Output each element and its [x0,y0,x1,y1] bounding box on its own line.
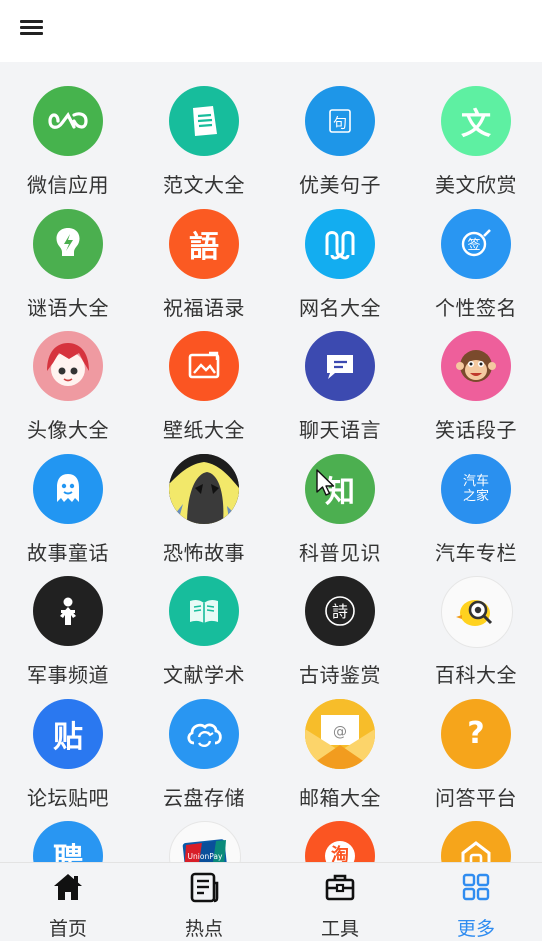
category-tile[interactable]: 百科大全 [408,552,542,687]
category-tile[interactable]: 聘 [0,797,136,862]
category-tile[interactable]: 微信应用 [0,62,136,197]
tab-hot-label: 热点 [184,918,223,940]
grid-icon [462,873,490,901]
tab-home-label: 首页 [48,918,87,940]
tieba-icon: 贴 [33,698,103,769]
top-app-bar [0,0,542,62]
category-tile[interactable]: 范文大全 [136,62,272,197]
anime-avatar-icon [33,331,103,401]
category-tile[interactable]: 句优美句子 [272,62,408,197]
category-tile[interactable]: 签个性签名 [408,185,542,320]
category-tile[interactable]: 贴论坛贴吧 [0,675,136,810]
category-tile[interactable]: 笑话段子 [408,307,542,442]
envelope-icon: @ [305,698,375,769]
mouse-pointer-icon [316,469,335,496]
category-grid: 微信应用 范文大全句优美句子文美文欣赏谜语大全語祝福语录 网名大全签个性签名头像大全… [0,62,542,862]
category-tile[interactable]: 知科普见识 [272,430,408,565]
category-tile[interactable]: 云盘存储 [136,675,272,810]
svg-text:詩: 詩 [332,602,348,621]
lightbulb-icon [33,208,103,279]
cloud-sync-icon [169,698,239,769]
category-tile[interactable]: 詩古诗鉴赏 [272,552,408,687]
poem-seal-icon: 詩 [305,576,375,646]
soldier-icon [33,576,103,646]
infinity-icon [33,86,103,156]
category-tile[interactable]: 故事童话 [0,430,136,565]
category-tile[interactable]: @ 邮箱大全 [272,675,408,810]
taobao-icon: 淘 [305,821,375,862]
category-tile[interactable]: UnionPay [136,797,272,862]
chat-bubble-icon [305,331,375,401]
pin-character-icon: 聘 [33,821,103,862]
quote-icon: 句 [305,86,375,156]
tab-more-label: 更多 [456,918,495,940]
bottom-tab-bar: 首页 热点 工具 更多 [0,862,542,940]
tab-tools-label: 工具 [320,918,359,940]
house-icon [441,821,511,862]
tab-tools[interactable]: 工具 [272,863,408,940]
toolbox-icon [325,874,355,901]
tab-hot[interactable]: 热点 [136,863,272,940]
picture-icon [169,331,239,401]
category-tile[interactable]: 谜语大全 [0,185,136,320]
open-book-icon [169,576,239,646]
svg-text:@: @ [333,724,347,740]
monkey-face-icon [441,331,511,401]
category-tile[interactable]: 军事频道 [0,552,136,687]
category-tile[interactable]: 汽车 之家 汽车专栏 [408,430,542,565]
category-tile[interactable]: 恐怖故事 [136,430,272,565]
signature-icon: 签 [441,208,511,279]
horror-portrait-icon [169,453,239,524]
question-icon: ? [441,698,511,769]
autohome-logo-icon: 汽车 之家 [441,453,511,524]
svg-text:UnionPay: UnionPay [188,852,223,861]
category-tile[interactable]: 語祝福语录 [136,185,272,320]
category-tile[interactable]: 头像大全 [0,307,136,442]
svg-text:签: 签 [467,237,480,253]
wen-character-icon: 文 [441,86,511,156]
svg-text:句: 句 [333,116,347,132]
news-icon [190,872,219,903]
tab-home[interactable]: 首页 [0,863,136,940]
unionpay-card-icon: UnionPay [169,821,241,862]
mm-logo-icon [305,208,375,279]
ghost-icon [33,453,103,524]
document-icon [169,86,239,156]
category-tile[interactable]: 网名大全 [272,185,408,320]
category-tile[interactable]: 壁纸大全 [136,307,272,442]
category-tile[interactable]: 淘 [272,797,408,862]
tab-more[interactable]: 更多 [408,863,542,940]
hamburger-menu-icon[interactable] [20,18,44,38]
category-tile[interactable]: 文献学术 [136,552,272,687]
category-tile[interactable]: 聊天语言 [272,307,408,442]
home-icon [54,874,82,900]
magnifier-bird-icon [441,576,513,648]
category-tile[interactable] [408,797,542,862]
category-tile[interactable]: 文美文欣赏 [408,62,542,197]
yu-character-icon: 語 [169,208,239,279]
category-tile[interactable]: ? 问答平台 [408,675,542,810]
